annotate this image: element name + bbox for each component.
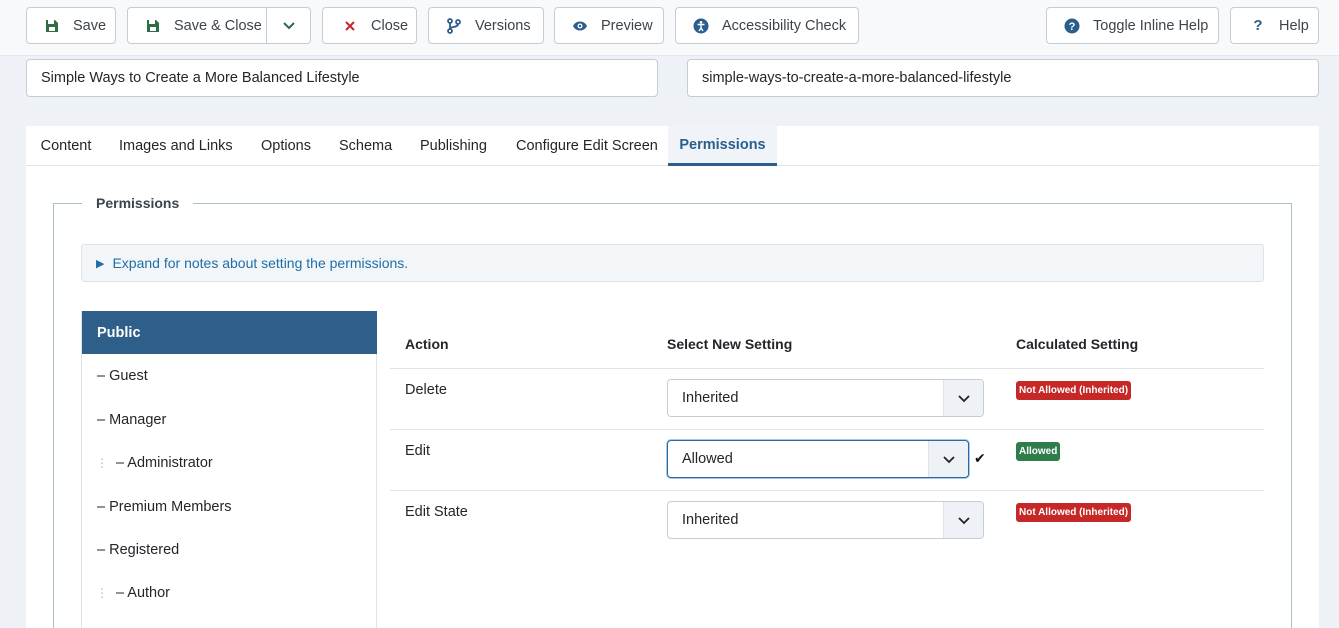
preview-button[interactable]: Preview (554, 7, 664, 44)
chevron-down-icon (943, 380, 983, 416)
edit-panel: Content Images and Links Options Schema … (26, 126, 1319, 628)
header-action: Action (405, 336, 449, 352)
group-guest[interactable]: – Guest (82, 354, 377, 397)
preview-label: Preview (601, 17, 653, 34)
group-premium-members[interactable]: – Premium Members (82, 485, 377, 528)
save-label: Save (73, 17, 107, 34)
code-branch-icon (445, 17, 463, 35)
action-label: Delete (405, 382, 447, 398)
table-row: Edit Allowed ✔ Allowed (390, 429, 1264, 490)
versions-button[interactable]: Versions (428, 7, 544, 44)
save-close-button[interactable]: Save & Close (128, 8, 267, 43)
group-author-label: – Author (116, 584, 171, 601)
save-close-split: Save & Close (127, 7, 311, 44)
tab-bar: Content Images and Links Options Schema … (26, 126, 1319, 166)
setting-select[interactable]: Inherited (667, 501, 984, 539)
question-icon: ? (1253, 17, 1263, 34)
check-icon: ✔ (974, 450, 986, 466)
tab-images-links[interactable]: Images and Links (119, 126, 233, 166)
versions-label: Versions (475, 17, 531, 34)
toolbar: Save Save & Close Close Versions Preview (0, 0, 1339, 56)
status-badge: Allowed (1016, 442, 1061, 461)
close-button[interactable]: Close (322, 7, 417, 44)
group-author[interactable]: ⋮ – Author (82, 571, 377, 614)
group-public[interactable]: Public (82, 311, 377, 354)
accessibility-check-button[interactable]: Accessibility Check (675, 7, 859, 44)
setting-value: Allowed (682, 451, 733, 467)
alias-input[interactable]: simple-ways-to-create-a-more-balanced-li… (687, 59, 1319, 97)
status-badge: Not Allowed (Inherited) (1016, 381, 1132, 400)
action-label: Edit (405, 443, 430, 459)
caret-right-icon: ▶ (96, 257, 105, 270)
setting-select[interactable]: Allowed (667, 440, 969, 478)
eye-icon (571, 17, 589, 35)
table-row: Delete Inherited Not Allowed (Inherited) (390, 368, 1264, 429)
setting-value: Inherited (682, 390, 739, 406)
group-manager[interactable]: – Manager (82, 398, 377, 441)
table-row: Edit State Inherited Not Allowed (Inheri… (390, 490, 1264, 551)
permissions-legend: Permissions (82, 193, 194, 213)
title-input[interactable]: Simple Ways to Create a More Balanced Li… (26, 59, 658, 97)
save-button[interactable]: Save (26, 7, 116, 44)
header-select-new-setting: Select New Setting (667, 336, 793, 352)
save-icon (144, 17, 162, 35)
help-label: Help (1279, 17, 1309, 34)
chevron-down-icon (282, 21, 295, 29)
toggle-inline-help-button[interactable]: ? Toggle Inline Help (1046, 7, 1219, 44)
permissions-notes-toggle[interactable]: ▶ Expand for notes about setting the per… (81, 244, 1264, 282)
tab-publishing[interactable]: Publishing (420, 126, 487, 166)
save-icon (43, 17, 61, 35)
close-icon (341, 17, 359, 35)
save-options-dropdown[interactable] (267, 8, 310, 43)
question-circle-icon: ? (1063, 17, 1081, 35)
setting-value: Inherited (682, 512, 739, 528)
inline-help-label: Toggle Inline Help (1093, 17, 1209, 34)
save-close-label: Save & Close (174, 17, 262, 34)
indent-dots-icon: ⋮ (96, 455, 108, 470)
close-label: Close (371, 17, 409, 34)
tab-configure-edit-screen[interactable]: Configure Edit Screen (516, 126, 658, 166)
status-badge: Not Allowed (Inherited) (1016, 503, 1132, 522)
universal-access-icon (692, 17, 710, 35)
chevron-down-icon (928, 441, 968, 477)
tab-options[interactable]: Options (261, 126, 311, 166)
svg-text:?: ? (1069, 21, 1076, 33)
action-label: Edit State (405, 504, 468, 520)
tab-content[interactable]: Content (26, 126, 106, 166)
setting-select[interactable]: Inherited (667, 379, 984, 417)
help-button[interactable]: ? Help (1230, 7, 1319, 44)
group-registered[interactable]: – Registered (82, 528, 377, 571)
user-groups-list: Public – Guest – Manager ⋮ – Administrat… (81, 311, 377, 628)
tab-permissions[interactable]: Permissions (668, 126, 777, 166)
group-administrator-label: – Administrator (116, 454, 213, 471)
header-calculated-setting: Calculated Setting (1016, 336, 1139, 352)
notes-label: Expand for notes about setting the permi… (112, 255, 409, 271)
group-administrator[interactable]: ⋮ – Administrator (82, 441, 377, 484)
chevron-down-icon (943, 502, 983, 538)
indent-dots-icon: ⋮ (96, 585, 108, 600)
accessibility-label: Accessibility Check (722, 17, 847, 34)
tab-schema[interactable]: Schema (339, 126, 392, 166)
